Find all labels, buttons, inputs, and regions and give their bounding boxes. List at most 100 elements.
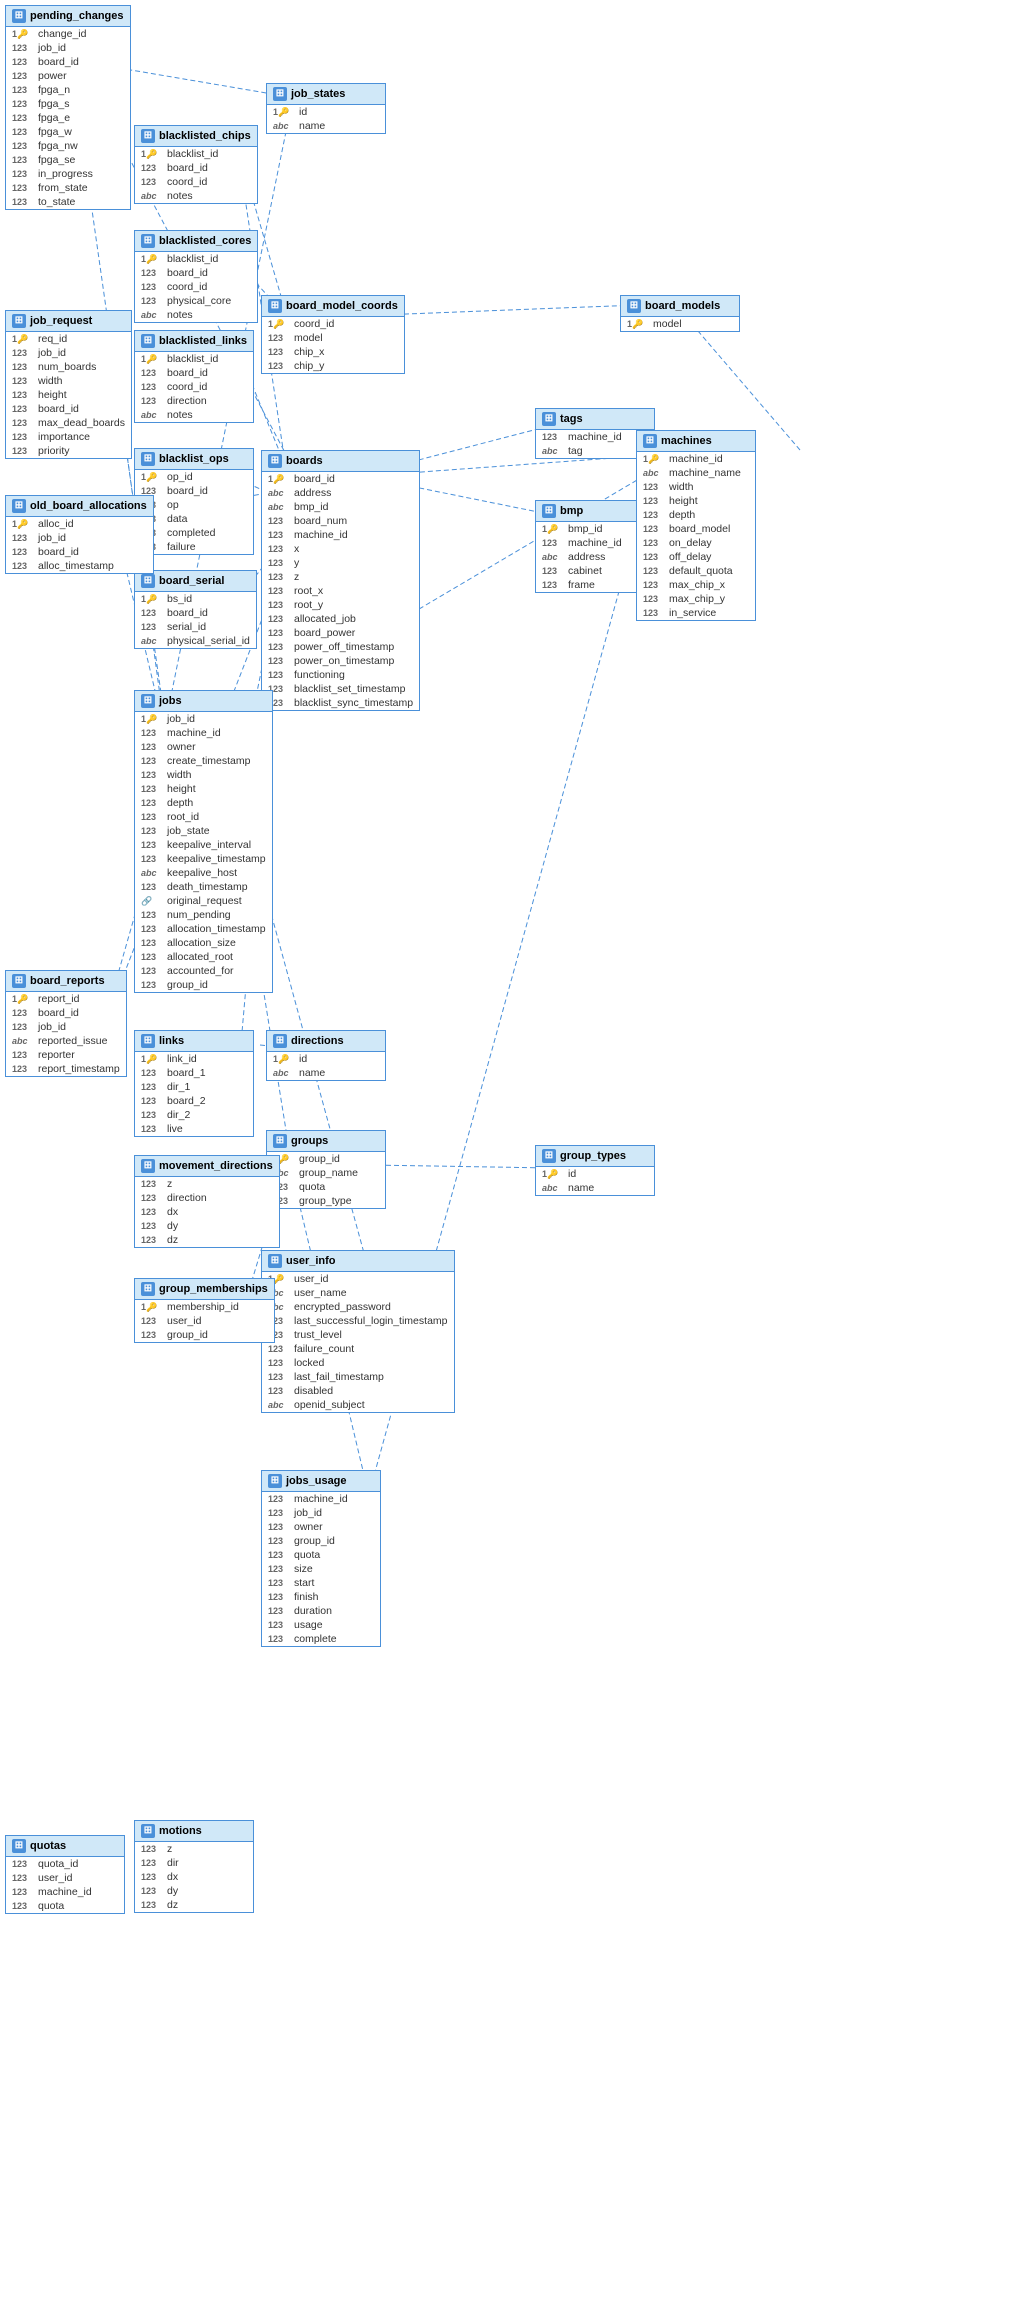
field-badge-directions-id: 1🔑 xyxy=(273,1054,295,1065)
field-badge-pending_changes-board_id: 123 xyxy=(12,57,34,67)
table-movement_directions[interactable]: ⊞movement_directions123z123direction123d… xyxy=(134,1155,280,1248)
field-row-boards-root_y: 123root_y xyxy=(262,598,419,612)
table-links[interactable]: ⊞links1🔑link_id123board_1123dir_1123boar… xyxy=(134,1030,254,1137)
table-jobs[interactable]: ⊞jobs1🔑job_id123machine_id123owner123cre… xyxy=(134,690,273,993)
field-name-jobs_usage-machine_id: machine_id xyxy=(294,1493,348,1505)
field-row-job_request-importance: 123importance xyxy=(6,430,131,444)
table-icon-board_reports: ⊞ xyxy=(12,974,26,988)
table-blacklisted_cores[interactable]: ⊞blacklisted_cores1🔑blacklist_id123board… xyxy=(134,230,258,323)
field-name-old_board_allocations-board_id: board_id xyxy=(38,546,79,558)
field-row-pending_changes-change_id: 1🔑change_id xyxy=(6,27,130,41)
field-badge-blacklisted_chips-blacklist_id: 1🔑 xyxy=(141,149,163,160)
field-name-blacklist_ops-op_id: op_id xyxy=(167,471,193,483)
table-header-blacklist_ops: ⊞blacklist_ops xyxy=(135,449,253,470)
table-blacklisted_links[interactable]: ⊞blacklisted_links1🔑blacklist_id123board… xyxy=(134,330,254,423)
field-name-motions-dy: dy xyxy=(167,1885,178,1897)
field-row-job_request-max_dead_boards: 123max_dead_boards xyxy=(6,416,131,430)
table-blacklisted_chips[interactable]: ⊞blacklisted_chips1🔑blacklist_id123board… xyxy=(134,125,258,204)
table-label-group_types: group_types xyxy=(560,1150,626,1162)
field-name-user_info-user_name: user_name xyxy=(294,1287,347,1299)
field-name-blacklist_ops-op: op xyxy=(167,499,179,511)
field-row-board_reports-board_id: 123board_id xyxy=(6,1006,126,1020)
field-name-machines-max_chip_y: max_chip_y xyxy=(669,593,725,605)
table-old_board_allocations[interactable]: ⊞old_board_allocations1🔑alloc_id123job_i… xyxy=(5,495,154,574)
field-row-jobs_usage-size: 123size xyxy=(262,1562,380,1576)
field-badge-user_info-openid_subject: abc xyxy=(268,1400,290,1410)
table-icon-board_models: ⊞ xyxy=(627,299,641,313)
field-badge-links-dir_2: 123 xyxy=(141,1110,163,1120)
table-label-user_info: user_info xyxy=(286,1255,336,1267)
field-badge-boards-machine_id: 123 xyxy=(268,530,290,540)
field-name-groups-group_name: group_name xyxy=(299,1167,358,1179)
field-row-boards-y: 123y xyxy=(262,556,419,570)
table-pending_changes[interactable]: ⊞pending_changes1🔑change_id123job_id123b… xyxy=(5,5,131,210)
field-row-movement_directions-direction: 123direction xyxy=(135,1191,279,1205)
field-name-job_request-height: height xyxy=(38,389,67,401)
field-badge-jobs-group_id: 123 xyxy=(141,980,163,990)
field-badge-blacklisted_cores-notes: abc xyxy=(141,310,163,320)
field-name-boards-power_off_timestamp: power_off_timestamp xyxy=(294,641,394,653)
field-badge-jobs-width: 123 xyxy=(141,770,163,780)
table-header-boards: ⊞boards xyxy=(262,451,419,472)
field-badge-machines-max_chip_x: 123 xyxy=(643,580,665,590)
db-diagram: ⊞pending_changes1🔑change_id123job_id123b… xyxy=(0,0,1031,2312)
table-group_memberships[interactable]: ⊞group_memberships1🔑membership_id123user… xyxy=(134,1278,275,1343)
table-group_types[interactable]: ⊞group_types1🔑idabcname xyxy=(535,1145,655,1196)
field-badge-pending_changes-fpga_nw: 123 xyxy=(12,141,34,151)
field-name-blacklisted_cores-board_id: board_id xyxy=(167,267,208,279)
table-groups[interactable]: ⊞groups1🔑group_idabcgroup_name123quota12… xyxy=(266,1130,386,1209)
field-badge-board_model_coords-model: 123 xyxy=(268,333,290,343)
table-board_reports[interactable]: ⊞board_reports1🔑report_id123board_id123j… xyxy=(5,970,127,1077)
field-row-board_reports-reporter: 123reporter xyxy=(6,1048,126,1062)
field-name-jobs_usage-quota: quota xyxy=(294,1549,320,1561)
field-row-boards-board_id: 1🔑board_id xyxy=(262,472,419,486)
field-badge-board_reports-reporter: 123 xyxy=(12,1050,34,1060)
field-badge-blacklisted_links-direction: 123 xyxy=(141,396,163,406)
table-quotas[interactable]: ⊞quotas123quota_id123user_id123machine_i… xyxy=(5,1835,125,1914)
field-badge-job_request-job_id: 123 xyxy=(12,348,34,358)
field-row-motions-z: 123z xyxy=(135,1842,253,1856)
table-board_serial[interactable]: ⊞board_serial1🔑bs_id123board_id123serial… xyxy=(134,570,257,649)
table-job_states[interactable]: ⊞job_states1🔑idabcname xyxy=(266,83,386,134)
table-header-movement_directions: ⊞movement_directions xyxy=(135,1156,279,1177)
field-row-boards-board_power: 123board_power xyxy=(262,626,419,640)
field-name-pending_changes-board_id: board_id xyxy=(38,56,79,68)
field-row-jobs-allocation_size: 123allocation_size xyxy=(135,936,272,950)
field-row-group_memberships-user_id: 123user_id xyxy=(135,1314,274,1328)
table-job_request[interactable]: ⊞job_request1🔑req_id123job_id123num_boar… xyxy=(5,310,132,459)
table-user_info[interactable]: ⊞user_info1🔑user_idabcuser_nameabcencryp… xyxy=(261,1250,455,1413)
table-board_model_coords[interactable]: ⊞board_model_coords1🔑coord_id123model123… xyxy=(261,295,405,374)
table-boards[interactable]: ⊞boards1🔑board_idabcaddressabcbmp_id123b… xyxy=(261,450,420,711)
table-icon-boards: ⊞ xyxy=(268,454,282,468)
table-machines[interactable]: ⊞machines1🔑machine_idabcmachine_name123w… xyxy=(636,430,756,621)
field-badge-job_request-priority: 123 xyxy=(12,446,34,456)
table-motions[interactable]: ⊞motions123z123dir123dx123dy123dz xyxy=(134,1820,254,1913)
field-row-links-link_id: 1🔑link_id xyxy=(135,1052,253,1066)
field-badge-group_types-id: 1🔑 xyxy=(542,1169,564,1180)
field-name-jobs_usage-owner: owner xyxy=(294,1521,323,1533)
table-directions[interactable]: ⊞directions1🔑idabcname xyxy=(266,1030,386,1081)
field-name-jobs-num_pending: num_pending xyxy=(167,909,231,921)
table-board_models[interactable]: ⊞board_models1🔑model xyxy=(620,295,740,332)
field-badge-machines-on_delay: 123 xyxy=(643,538,665,548)
field-name-groups-group_id: group_id xyxy=(299,1153,340,1165)
field-badge-jobs-machine_id: 123 xyxy=(141,728,163,738)
table-header-blacklisted_cores: ⊞blacklisted_cores xyxy=(135,231,257,252)
field-row-blacklisted_cores-board_id: 123board_id xyxy=(135,266,257,280)
field-badge-blacklisted_links-blacklist_id: 1🔑 xyxy=(141,354,163,365)
field-badge-jobs_usage-finish: 123 xyxy=(268,1592,290,1602)
field-row-jobs-death_timestamp: 123death_timestamp xyxy=(135,880,272,894)
field-row-old_board_allocations-alloc_id: 1🔑alloc_id xyxy=(6,517,153,531)
field-row-board_model_coords-chip_y: 123chip_y xyxy=(262,359,404,373)
field-row-machines-depth: 123depth xyxy=(637,508,755,522)
field-badge-machines-machine_name: abc xyxy=(643,468,665,478)
field-name-jobs-job_state: job_state xyxy=(167,825,210,837)
field-name-pending_changes-from_state: from_state xyxy=(38,182,88,194)
field-name-links-link_id: link_id xyxy=(167,1053,197,1065)
field-badge-bmp-address: abc xyxy=(542,552,564,562)
field-name-blacklist_ops-failure: failure xyxy=(167,541,196,553)
field-name-machines-on_delay: on_delay xyxy=(669,537,712,549)
table-label-blacklisted_cores: blacklisted_cores xyxy=(159,235,251,247)
table-icon-jobs_usage: ⊞ xyxy=(268,1474,282,1488)
table-jobs_usage[interactable]: ⊞jobs_usage123machine_id123job_id123owne… xyxy=(261,1470,381,1647)
